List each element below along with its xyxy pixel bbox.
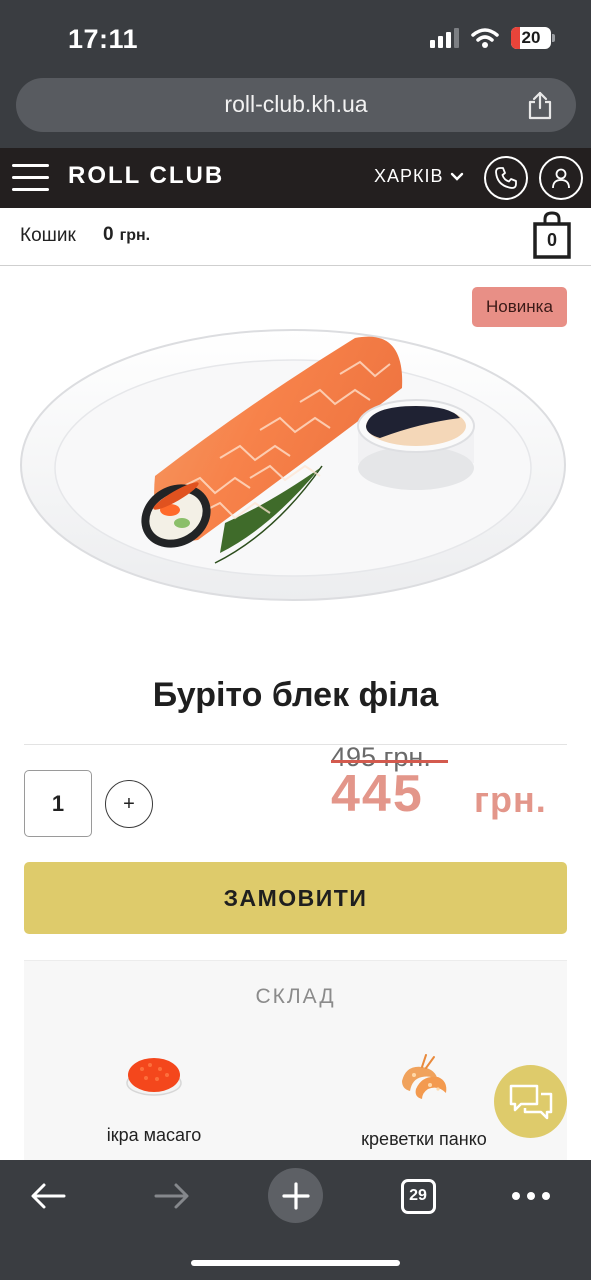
product-title: Буріто блек філа [152, 676, 439, 714]
ingredient-item[interactable]: ікра масаго [54, 1051, 254, 1146]
old-price-strike [331, 760, 448, 763]
phone-icon [495, 167, 517, 189]
composition-section: СКЛАД ікра масаго креветки панко [24, 960, 567, 1190]
quantity-field[interactable]: 1 [24, 770, 92, 837]
product-image [20, 329, 566, 601]
status-icons: 20 [430, 27, 555, 49]
browser-chrome: 17:11 20 roll-club.kh.ua [0, 0, 591, 148]
chat-button[interactable] [494, 1065, 567, 1138]
caviar-icon [126, 1058, 182, 1096]
status-time: 17:11 [68, 24, 139, 54]
ingredient-label: креветки панко [361, 1129, 487, 1149]
wifi-icon [471, 28, 499, 48]
home-indicator [191, 1260, 400, 1266]
composition-title: СКЛАД [255, 985, 336, 1008]
chat-icon [509, 1084, 552, 1119]
city-selector[interactable]: ХАРКІВ [374, 166, 464, 187]
battery-icon: 20 [511, 27, 555, 49]
url-text[interactable]: roll-club.kh.ua [16, 91, 576, 118]
cart-label[interactable]: Кошик [20, 225, 76, 247]
current-price: 445 [331, 765, 424, 823]
cart-amount: 0 грн. [103, 224, 150, 246]
back-arrow-icon [31, 1183, 66, 1209]
cart-bar: Кошик 0 грн. [0, 208, 591, 266]
phone-button[interactable] [484, 156, 528, 200]
user-icon [552, 168, 570, 189]
url-bar[interactable]: roll-club.kh.ua [16, 78, 576, 132]
forward-arrow-icon [154, 1183, 189, 1209]
new-tab-plus-icon [281, 1181, 310, 1210]
cart-amount-value: 0 [103, 224, 114, 245]
current-price-currency: грн. [474, 779, 547, 820]
battery-level: 20 [521, 28, 541, 47]
shrimp-icon [402, 1054, 447, 1099]
order-button[interactable]: ЗАМОВИТИ [24, 862, 567, 934]
divider [24, 744, 567, 745]
more-icon [512, 1192, 550, 1200]
more-button[interactable] [503, 1174, 559, 1218]
chevron-down-icon [450, 172, 463, 181]
tabs-button[interactable]: 29 [390, 1174, 446, 1218]
site-header: ROLL CLUB ХАРКІВ [0, 148, 591, 208]
city-label: ХАРКІВ [374, 166, 444, 186]
new-badge: Новинка [472, 287, 567, 327]
hamburger-icon[interactable] [12, 164, 49, 192]
tabs-icon: 29 [400, 1178, 436, 1214]
new-tab-button[interactable] [268, 1168, 323, 1223]
cart-bag-count: 0 [546, 230, 557, 250]
increase-quantity-button[interactable]: + [105, 780, 153, 828]
share-icon[interactable] [526, 90, 554, 120]
forward-button[interactable] [144, 1174, 200, 1218]
signal-icon [430, 28, 459, 48]
site-logo[interactable]: ROLL CLUB [68, 162, 224, 190]
cart-bag-button[interactable]: 0 [532, 210, 572, 260]
ingredient-label: ікра масаго [106, 1125, 202, 1145]
cart-currency: грн. [119, 227, 151, 244]
back-button[interactable] [20, 1174, 76, 1218]
account-button[interactable] [539, 156, 583, 200]
